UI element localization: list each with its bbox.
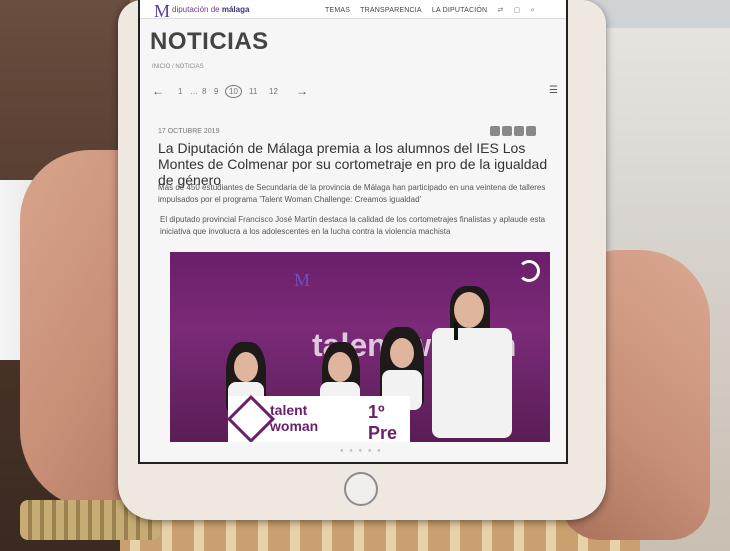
facebook-icon[interactable] [502, 126, 512, 136]
site-header: M diputación de málaga TEMAS TRANSPARENC… [140, 0, 566, 22]
person-face [328, 352, 352, 382]
carousel-dots[interactable]: ● ● ● ● ● [340, 448, 383, 454]
banner-text-line2: woman [270, 418, 319, 434]
tablet-screen: M diputación de málaga TEMAS TRANSPARENC… [138, 0, 568, 464]
page-ellipsis: … [190, 87, 198, 96]
next-arrow-icon[interactable]: → [296, 84, 308, 98]
email-icon[interactable] [526, 126, 536, 136]
page-link[interactable]: 11 [249, 87, 257, 96]
page-link[interactable]: 8 [202, 87, 206, 96]
list-view-icon[interactable]: ☰ [549, 85, 558, 96]
share-icons [488, 123, 536, 141]
banner-prize-text: 1º Pre [368, 402, 398, 442]
nav-item-transparencia[interactable]: TRANSPARENCIA [360, 7, 422, 14]
person-face [454, 292, 484, 328]
home-button[interactable] [344, 472, 378, 506]
article-date: 17 OCTUBRE 2019 [158, 128, 220, 135]
photo-scene: M diputación de málaga TEMAS TRANSPARENC… [0, 0, 730, 551]
page-link[interactable]: 9 [214, 87, 218, 96]
person-shirt [432, 328, 512, 438]
microphone [454, 322, 458, 340]
banner-text-line1: talent [270, 402, 308, 418]
article-body: El diputado provincial Francisco José Ma… [160, 215, 546, 236]
search-icon[interactable]: ⌕ [531, 7, 535, 14]
page-link-current[interactable]: 10 [225, 85, 242, 98]
talent-woman-logo-icon [226, 394, 276, 442]
site-logo-text[interactable]: diputación de málaga [172, 5, 249, 14]
hero-brand-logo: M [294, 270, 311, 290]
person-face [390, 338, 414, 368]
article-headline: La Diputación de Málaga premia a los alu… [158, 140, 548, 188]
breadcrumb[interactable]: INICIO / NOTICIAS [152, 64, 204, 70]
page-link[interactable]: 1 [178, 87, 182, 96]
print-icon[interactable] [490, 126, 500, 136]
loading-spinner-icon [518, 260, 540, 282]
page-link[interactable]: 12 [269, 87, 278, 96]
pagination: ← 1 … 8 9 10 11 12 → ☰ [148, 84, 558, 104]
page-title: NOTICIAS [150, 28, 269, 55]
prize-banner: talent woman 1º Pre [226, 394, 410, 442]
language-icon[interactable]: ⇄ [497, 7, 503, 14]
article-lead: Más de 450 estudiantes de Secundaria de … [158, 183, 546, 204]
nav-item-temas[interactable]: TEMAS [325, 7, 350, 14]
article-hero-image[interactable]: M talent woman talent woman 1º Pre [170, 252, 550, 442]
prev-arrow-icon[interactable]: ← [152, 84, 164, 98]
person-face [234, 352, 258, 382]
help-icon[interactable]: ▢ [514, 7, 521, 14]
nav-item-la-diputacion[interactable]: LA DIPUTACIÓN [432, 7, 487, 14]
site-logo-icon[interactable]: M [154, 1, 170, 22]
twitter-icon[interactable] [514, 126, 524, 136]
site-nav: TEMAS TRANSPARENCIA LA DIPUTACIÓN ⇄ ▢ ⌕ [325, 6, 543, 15]
